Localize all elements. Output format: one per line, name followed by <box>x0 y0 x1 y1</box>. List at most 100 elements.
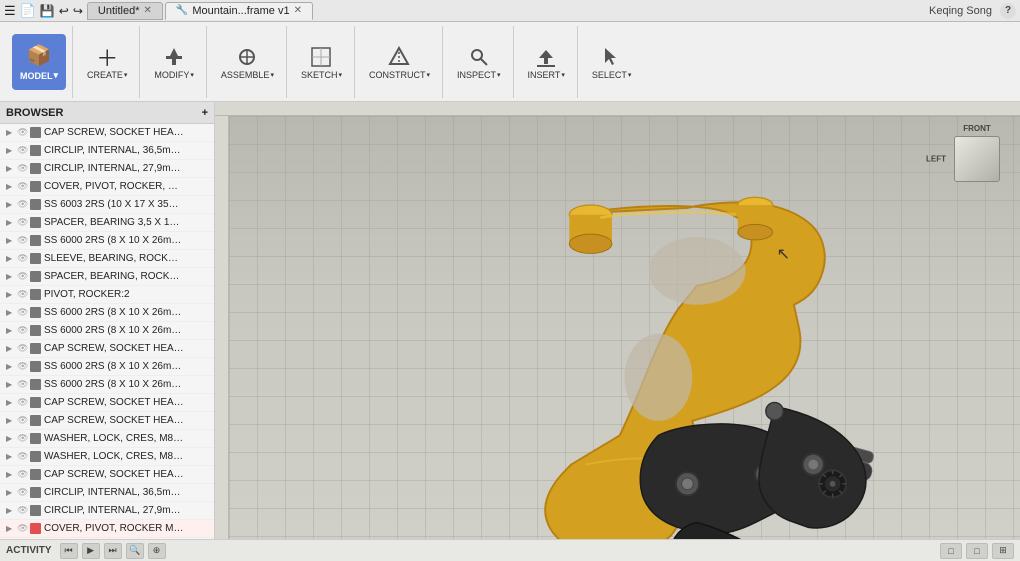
browser-item-visibility-icon[interactable]: 👁 <box>17 145 27 156</box>
browser-item-visibility-icon[interactable]: 👁 <box>17 379 27 390</box>
bottom-view-btn-3[interactable]: ⊞ <box>992 543 1014 559</box>
model-button[interactable]: 📦 MODEL ▾ <box>12 34 66 90</box>
browser-item-expand-arrow[interactable]: ▶ <box>6 470 14 479</box>
browser-item[interactable]: ▶👁COVER, PIVOT, ROCKER, M27,9... <box>0 178 214 196</box>
save-icon[interactable]: 💾 <box>40 4 55 18</box>
browser-item-visibility-icon[interactable]: 👁 <box>17 235 27 246</box>
browser-item-visibility-icon[interactable]: 👁 <box>17 163 27 174</box>
browser-item[interactable]: ▶👁CIRCLIP, INTERNAL, 36,5mm OI... <box>0 484 214 502</box>
select-button[interactable]: SELECT ▾ <box>586 41 638 83</box>
browser-item[interactable]: ▶👁SS 6000 2RS (8 X 10 X 26mm):6 <box>0 376 214 394</box>
browser-toggle[interactable]: + <box>202 107 208 119</box>
redo-icon[interactable]: ↪ <box>73 4 83 18</box>
assemble-button[interactable]: ASSEMBLE ▾ <box>215 41 280 83</box>
browser-item[interactable]: ▶👁SLEEVE, BEARING, ROCKER, FWI... <box>0 250 214 268</box>
browser-item-expand-arrow[interactable]: ▶ <box>6 362 14 371</box>
browser-item[interactable]: ▶👁SS 6000 2RS (8 X 10 X 26mm):4 <box>0 322 214 340</box>
browser-item-visibility-icon[interactable]: 👁 <box>17 253 27 264</box>
browser-item-visibility-icon[interactable]: 👁 <box>17 523 27 534</box>
browser-item-expand-arrow[interactable]: ▶ <box>6 488 14 497</box>
browser-item[interactable]: ▶👁CAP SCREW, SOCKET HEAD, CRI... <box>0 124 214 142</box>
browser-item[interactable]: ▶👁COVER, PIVOT, ROCKER M27,9... <box>0 520 214 538</box>
create-button[interactable]: ＋ CREATE ▾ <box>81 41 133 83</box>
browser-item[interactable]: ▶👁WASHER, LOCK, CRES, M8, 12,7... <box>0 430 214 448</box>
browser-item-expand-arrow[interactable]: ▶ <box>6 398 14 407</box>
browser-item[interactable]: ▶👁SS 6000 2RS (8 X 10 X 26mm):2 <box>0 232 214 250</box>
bottom-icon-btn-zoom-out[interactable]: 🔍 <box>126 543 144 559</box>
construct-button[interactable]: CONSTRUCT ▾ <box>363 41 436 83</box>
browser-item-expand-arrow[interactable]: ▶ <box>6 308 14 317</box>
browser-item-expand-arrow[interactable]: ▶ <box>6 434 14 443</box>
browser-item-visibility-icon[interactable]: 👁 <box>17 325 27 336</box>
bottom-icon-btn-zoom-in[interactable]: ⊕ <box>148 543 166 559</box>
help-button[interactable]: ? <box>1000 3 1016 19</box>
browser-item-visibility-icon[interactable]: 👁 <box>17 307 27 318</box>
modify-button[interactable]: MODIFY ▾ <box>148 41 200 83</box>
browser-item[interactable]: ▶👁CAP SCREW, SOCKET HEAD, FLA... <box>0 412 214 430</box>
browser-item[interactable]: ▶👁SS 6003 2RS (10 X 17 X 35mm)... <box>0 196 214 214</box>
browser-item[interactable]: ▶👁CIRCLIP, INTERNAL, 27,9mm OI... <box>0 160 214 178</box>
viewcube-box[interactable] <box>954 136 1000 182</box>
viewcube[interactable]: FRONT LEFT <box>942 124 1012 194</box>
browser-item-visibility-icon[interactable]: 👁 <box>17 217 27 228</box>
viewport[interactable]: // ruler ticks drawn inline via JS below <box>215 102 1020 539</box>
tab-untitled[interactable]: Untitled* ✕ <box>87 2 163 20</box>
browser-item[interactable]: ▶👁CAP SCREW, SOCKET HEAD, FLA... <box>0 394 214 412</box>
browser-item-expand-arrow[interactable]: ▶ <box>6 200 14 209</box>
browser-item-expand-arrow[interactable]: ▶ <box>6 128 14 137</box>
sketch-button[interactable]: SKETCH ▾ <box>295 41 348 83</box>
browser-item[interactable]: ▶👁CAP SCREW, SOCKET HEAD, CRI... <box>0 466 214 484</box>
browser-item-expand-arrow[interactable]: ▶ <box>6 254 14 263</box>
browser-item-expand-arrow[interactable]: ▶ <box>6 164 14 173</box>
browser-item-expand-arrow[interactable]: ▶ <box>6 182 14 191</box>
browser-item-expand-arrow[interactable]: ▶ <box>6 290 14 299</box>
browser-item-visibility-icon[interactable]: 👁 <box>17 289 27 300</box>
bottom-icon-btn-prev[interactable]: ⏮ <box>60 543 78 559</box>
browser-item[interactable]: ▶👁MANITOU METEL (215mm), 6 W... <box>0 538 214 539</box>
tab-close-mountain[interactable]: ✕ <box>294 5 302 16</box>
tab-close-untitled[interactable]: ✕ <box>144 5 152 16</box>
browser-item-expand-arrow[interactable]: ▶ <box>6 218 14 227</box>
browser-item-visibility-icon[interactable]: 👁 <box>17 199 27 210</box>
browser-item-expand-arrow[interactable]: ▶ <box>6 344 14 353</box>
browser-item[interactable]: ▶👁SS 6000 2RS (8 X 10 X 26mm):5 <box>0 358 214 376</box>
browser-item[interactable]: ▶👁PIVOT, ROCKER:2 <box>0 286 214 304</box>
browser-item-expand-arrow[interactable]: ▶ <box>6 380 14 389</box>
bottom-icon-btn-play[interactable]: ▶ <box>82 543 100 559</box>
browser-item[interactable]: ▶👁SPACER, BEARING, ROCKER, MI... <box>0 268 214 286</box>
browser-item-expand-arrow[interactable]: ▶ <box>6 146 14 155</box>
undo-icon[interactable]: ↩ <box>59 4 69 18</box>
new-file-icon[interactable]: 📄 <box>20 3 36 19</box>
browser-item-visibility-icon[interactable]: 👁 <box>17 505 27 516</box>
3d-canvas[interactable]: ↖ FRONT LEFT <box>229 116 1020 539</box>
browser-item-visibility-icon[interactable]: 👁 <box>17 397 27 408</box>
browser-item[interactable]: ▶👁CAP SCREW, SOCKET HEAD, FLA... <box>0 340 214 358</box>
browser-item-expand-arrow[interactable]: ▶ <box>6 452 14 461</box>
browser-item-visibility-icon[interactable]: 👁 <box>17 127 27 138</box>
browser-item-visibility-icon[interactable]: 👁 <box>17 451 27 462</box>
browser-item[interactable]: ▶👁CIRCLIP, INTERNAL, 36,5mm OI... <box>0 142 214 160</box>
insert-button[interactable]: INSERT ▾ <box>522 41 571 83</box>
browser-item-expand-arrow[interactable]: ▶ <box>6 326 14 335</box>
browser-item-visibility-icon[interactable]: 👁 <box>17 181 27 192</box>
browser-item-visibility-icon[interactable]: 👁 <box>17 415 27 426</box>
app-menu-icon[interactable]: ☰ <box>4 3 16 19</box>
browser-item-visibility-icon[interactable]: 👁 <box>17 361 27 372</box>
browser-item[interactable]: ▶👁WASHER, LOCK, CRES, M8, 12,7... <box>0 448 214 466</box>
browser-item[interactable]: ▶👁SPACER, BEARING 3,5 X 17 X 3C... <box>0 214 214 232</box>
browser-item-expand-arrow[interactable]: ▶ <box>6 524 14 533</box>
browser-item-visibility-icon[interactable]: 👁 <box>17 343 27 354</box>
browser-item-visibility-icon[interactable]: 👁 <box>17 271 27 282</box>
browser-item-expand-arrow[interactable]: ▶ <box>6 236 14 245</box>
inspect-button[interactable]: INSPECT ▾ <box>451 41 507 83</box>
tab-mountain-frame[interactable]: 🔧 Mountain...frame v1 ✕ <box>165 2 313 20</box>
browser-item-visibility-icon[interactable]: 👁 <box>17 469 27 480</box>
bottom-view-btn-1[interactable]: □ <box>940 543 962 559</box>
browser-item-visibility-icon[interactable]: 👁 <box>17 487 27 498</box>
bottom-icon-btn-next[interactable]: ⏭ <box>104 543 122 559</box>
browser-item[interactable]: ▶👁CIRCLIP, INTERNAL, 27,9mm OI... <box>0 502 214 520</box>
bottom-view-btn-2[interactable]: □ <box>966 543 988 559</box>
browser-item-expand-arrow[interactable]: ▶ <box>6 416 14 425</box>
browser-item-visibility-icon[interactable]: 👁 <box>17 433 27 444</box>
browser-item-expand-arrow[interactable]: ▶ <box>6 272 14 281</box>
